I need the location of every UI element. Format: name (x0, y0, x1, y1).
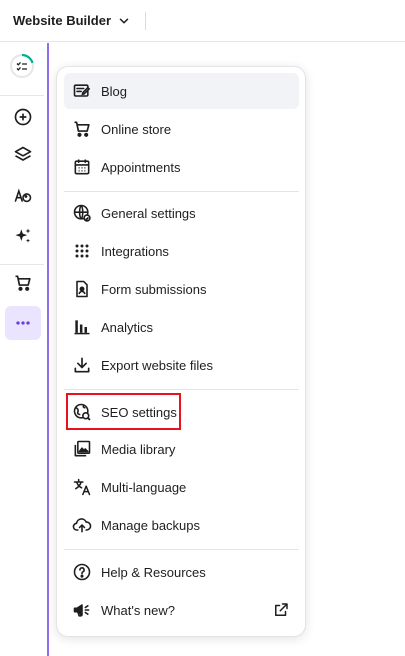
rail-divider (0, 95, 44, 96)
left-rail (0, 43, 44, 656)
highlight-box (66, 393, 181, 430)
design-palette-icon (14, 188, 32, 203)
menu-item-label: General settings (101, 205, 196, 221)
design-button[interactable] (5, 179, 41, 213)
cart-icon (74, 121, 90, 137)
canvas-edge (47, 43, 49, 656)
menu-item-manage-backups[interactable]: Manage backups (64, 507, 299, 543)
blog-edit-icon (73, 84, 91, 97)
menu-item-blog[interactable]: Blog (64, 73, 299, 109)
layers-button[interactable] (5, 138, 41, 172)
layers-icon (14, 146, 32, 161)
calendar-icon (74, 159, 90, 175)
store-button[interactable] (5, 266, 41, 300)
form-document-icon (76, 280, 88, 298)
menu-item-whats-new[interactable]: What's new? (64, 592, 299, 628)
menu-item-help-resources[interactable]: Help & Resources (64, 554, 299, 590)
chevron-down-icon (119, 17, 129, 24)
menu-item-label: Analytics (101, 319, 154, 335)
more-button[interactable] (5, 306, 41, 340)
menu-divider (64, 549, 299, 550)
megaphone-icon (73, 604, 90, 617)
cloud-upload-icon (72, 518, 92, 533)
menu-item-online-store[interactable]: Online store (64, 111, 299, 147)
menu-item-label: Media library (101, 441, 176, 457)
menu-item-label: What's new? (101, 602, 176, 618)
ai-sparkle-icon (15, 228, 31, 243)
more-menu: Blog Online store Appointments General s… (56, 66, 306, 637)
add-circle-icon (14, 108, 32, 126)
menu-item-multi-language[interactable]: Multi-language (64, 469, 299, 505)
external-link-icon[interactable] (272, 601, 290, 619)
more-dots-icon (16, 321, 30, 325)
menu-item-label: Help & Resources (101, 564, 206, 580)
menu-item-analytics[interactable]: Analytics (64, 309, 299, 345)
menu-item-general-settings[interactable]: General settings (64, 195, 299, 231)
globe-settings-icon (73, 204, 91, 222)
menu-item-appointments[interactable]: Appointments (64, 149, 299, 185)
ai-tools-button[interactable] (5, 219, 41, 253)
app-title: Website Builder (13, 13, 112, 28)
menu-item-label: Export website files (101, 357, 213, 373)
menu-item-label: Integrations (101, 243, 169, 259)
menu-item-label: Online store (101, 121, 172, 137)
menu-divider (64, 389, 299, 390)
top-bar: Website Builder (0, 0, 405, 42)
app-switcher-button[interactable]: Website Builder (0, 0, 131, 41)
menu-item-integrations[interactable]: Integrations (64, 233, 299, 269)
menu-item-label: Multi-language (101, 479, 187, 495)
menu-item-form-submissions[interactable]: Form submissions (64, 271, 299, 307)
grid-dots-icon (75, 244, 89, 258)
rail-divider (0, 264, 44, 265)
checklist-progress-icon[interactable] (9, 53, 35, 79)
menu-item-label: Blog (101, 83, 128, 99)
add-elements-button[interactable] (5, 100, 41, 134)
menu-item-label: Form submissions (101, 281, 207, 297)
cart-icon (15, 275, 31, 291)
download-icon (74, 357, 90, 373)
menu-item-label: Manage backups (101, 517, 201, 533)
menu-divider (64, 191, 299, 192)
menu-item-export-website-files[interactable]: Export website files (64, 347, 299, 383)
image-library-icon (74, 440, 91, 457)
help-circle-icon (73, 563, 91, 581)
translate-icon (73, 478, 91, 496)
menu-item-label: Appointments (101, 159, 181, 175)
bar-chart-icon (74, 320, 90, 335)
topbar-divider (145, 11, 147, 30)
menu-item-media-library[interactable]: Media library (64, 431, 299, 467)
